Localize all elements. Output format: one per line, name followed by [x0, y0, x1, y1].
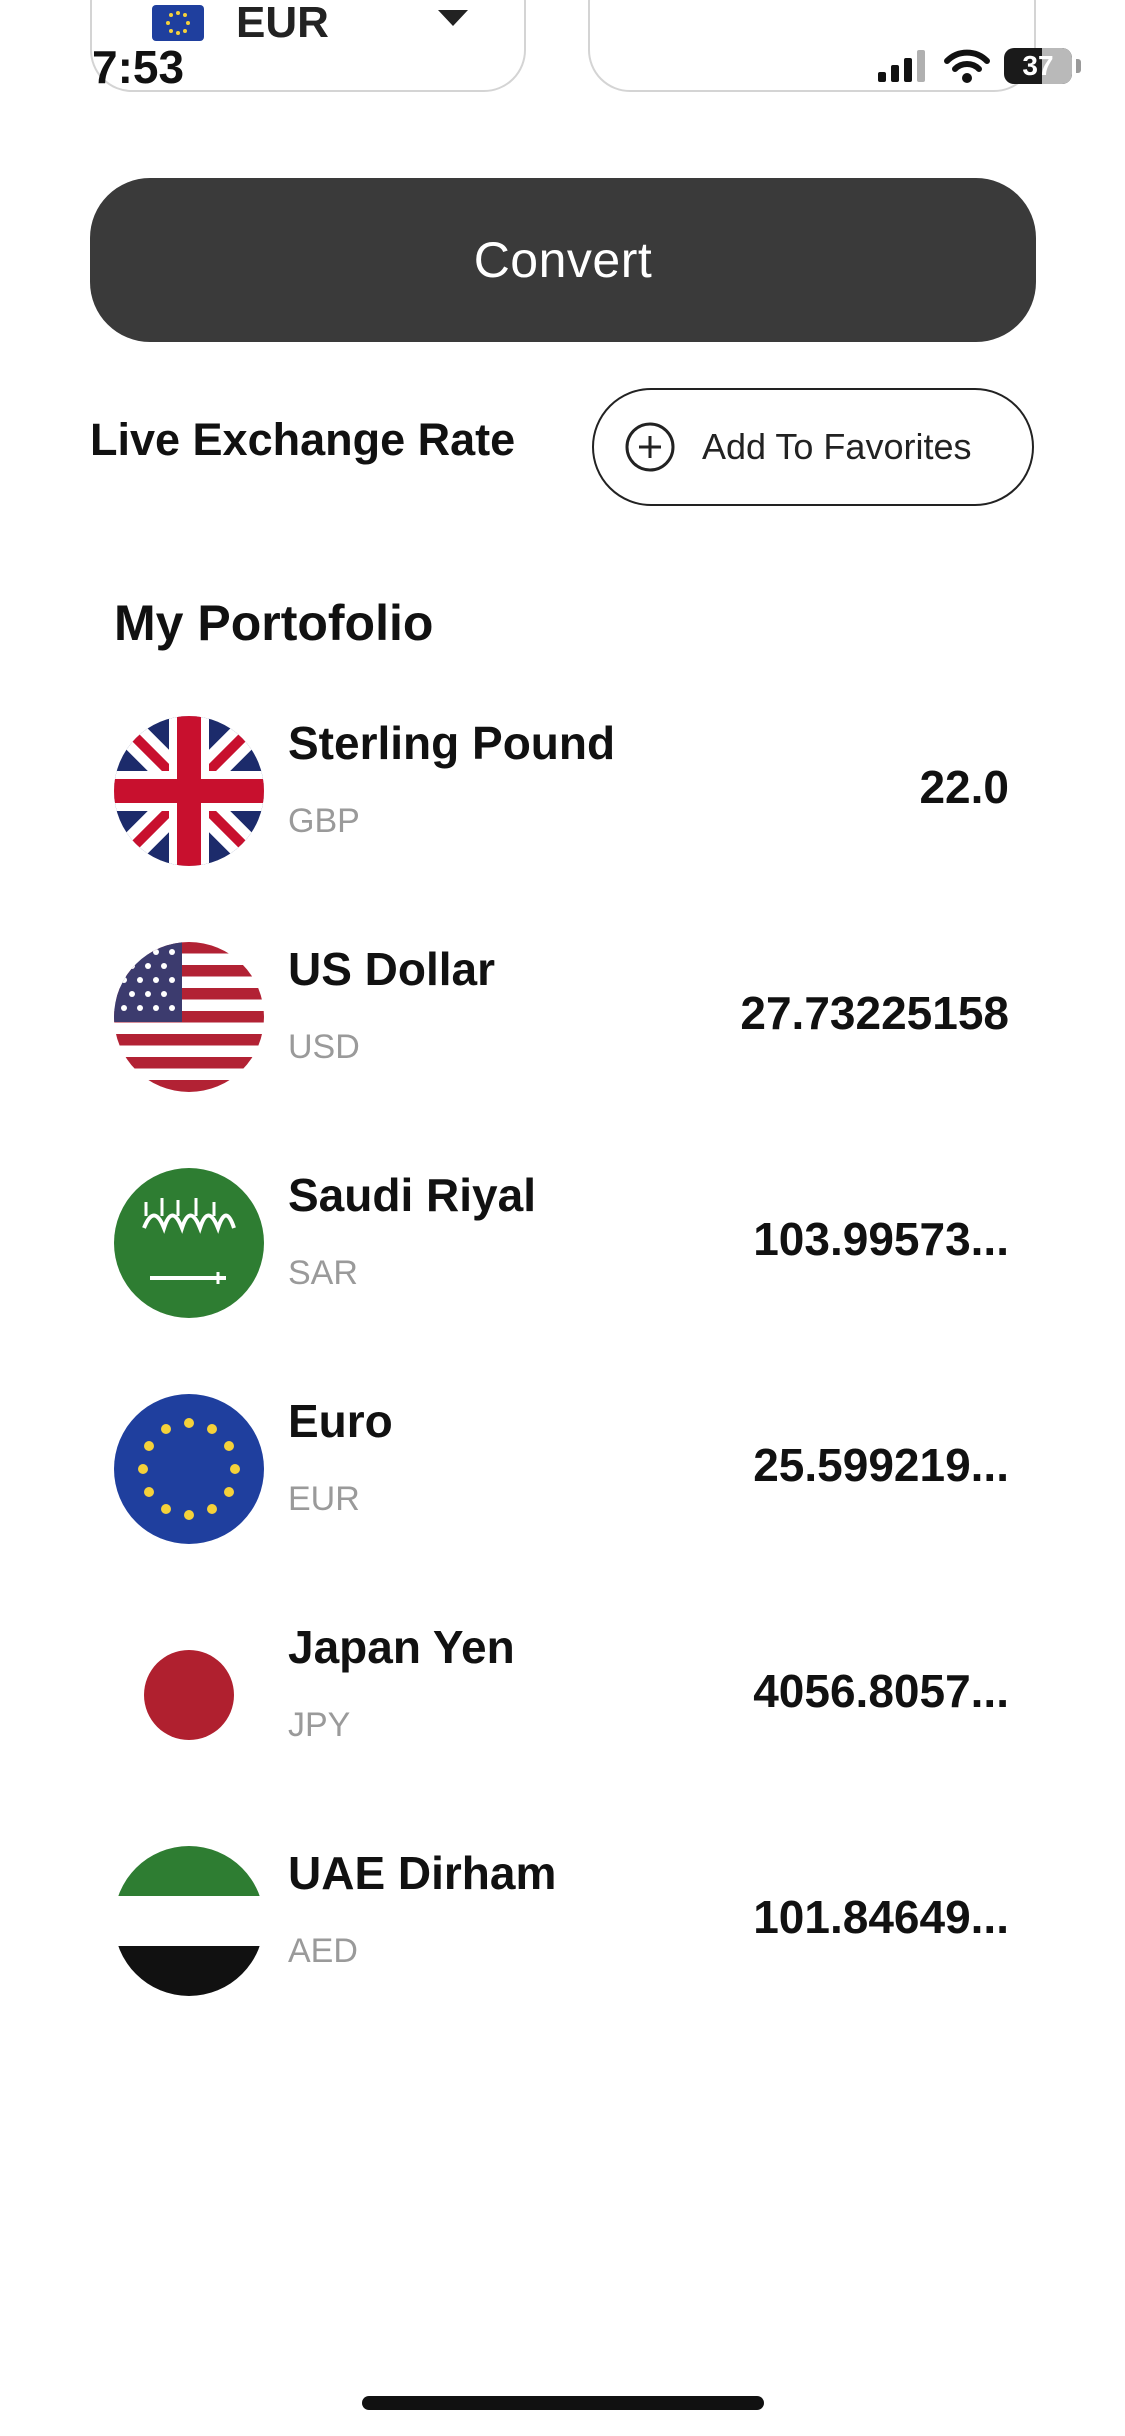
us-flag-icon — [114, 942, 264, 1092]
currency-code: SAR — [288, 1254, 358, 1292]
currency-value: 4056.8057... — [753, 1665, 1009, 1717]
battery-level: 37 — [1022, 50, 1054, 81]
currency-code: USD — [288, 1028, 360, 1066]
currency-code: EUR — [288, 1480, 360, 1518]
list-item[interactable]: US Dollar USD 27.73225158 — [0, 918, 1125, 1144]
currency-value: 25.599219... — [753, 1439, 1009, 1491]
uae-flag-icon — [114, 1846, 264, 1996]
status-icons: 37 — [878, 48, 1081, 84]
currency-value: 101.84649... — [753, 1891, 1009, 1943]
list-item[interactable]: UAE Dirham AED 101.84649... — [0, 1822, 1125, 2048]
plus-circle-icon — [625, 422, 675, 472]
japan-flag-icon — [114, 1620, 264, 1770]
eu-flag-icon — [114, 1394, 264, 1544]
currency-name: Euro — [288, 1395, 393, 1447]
status-time: 7:53 — [92, 41, 185, 93]
battery-icon: 37 — [1004, 48, 1072, 84]
uk-flag-icon — [114, 716, 264, 866]
battery-tip — [1076, 59, 1081, 73]
list-item[interactable]: Sterling Pound GBP 22.0 — [0, 692, 1125, 918]
currency-name: Sterling Pound — [288, 717, 616, 769]
chevron-down-icon[interactable] — [438, 10, 468, 28]
currency-name: US Dollar — [288, 943, 496, 995]
home-indicator[interactable] — [362, 2396, 764, 2410]
list-item[interactable]: Japan Yen JPY 4056.8057... — [0, 1596, 1125, 1822]
currency-value: 103.99573... — [753, 1213, 1009, 1265]
add-to-favorites-label: Add To Favorites — [702, 426, 972, 467]
cellular-signal-icon — [878, 50, 925, 82]
live-exchange-rate-title: Live Exchange Rate — [90, 414, 516, 465]
eu-flag-icon — [152, 5, 204, 41]
currency-code: GBP — [288, 802, 360, 840]
list-item[interactable]: Euro EUR 25.599219... — [0, 1370, 1125, 1596]
currency-value: 22.0 — [919, 761, 1009, 813]
portfolio-list: Sterling Pound GBP 22.0 US Dollar USD 27… — [0, 692, 1125, 2048]
portfolio-title: My Portofolio — [114, 595, 434, 651]
currency-name: Japan Yen — [288, 1621, 515, 1673]
currency-value: 27.73225158 — [740, 987, 1009, 1039]
from-currency-code: EUR — [236, 0, 329, 47]
list-item[interactable]: Saudi Riyal SAR 103.99573... — [0, 1144, 1125, 1370]
wifi-icon — [944, 49, 990, 83]
currency-name: Saudi Riyal — [288, 1169, 536, 1221]
convert-button[interactable]: Convert — [90, 178, 1036, 342]
add-to-favorites-button[interactable]: Add To Favorites — [592, 388, 1034, 506]
saudi-flag-icon — [114, 1168, 264, 1318]
currency-code: AED — [288, 1932, 358, 1970]
currency-code: JPY — [288, 1706, 351, 1744]
currency-name: UAE Dirham — [288, 1847, 557, 1899]
